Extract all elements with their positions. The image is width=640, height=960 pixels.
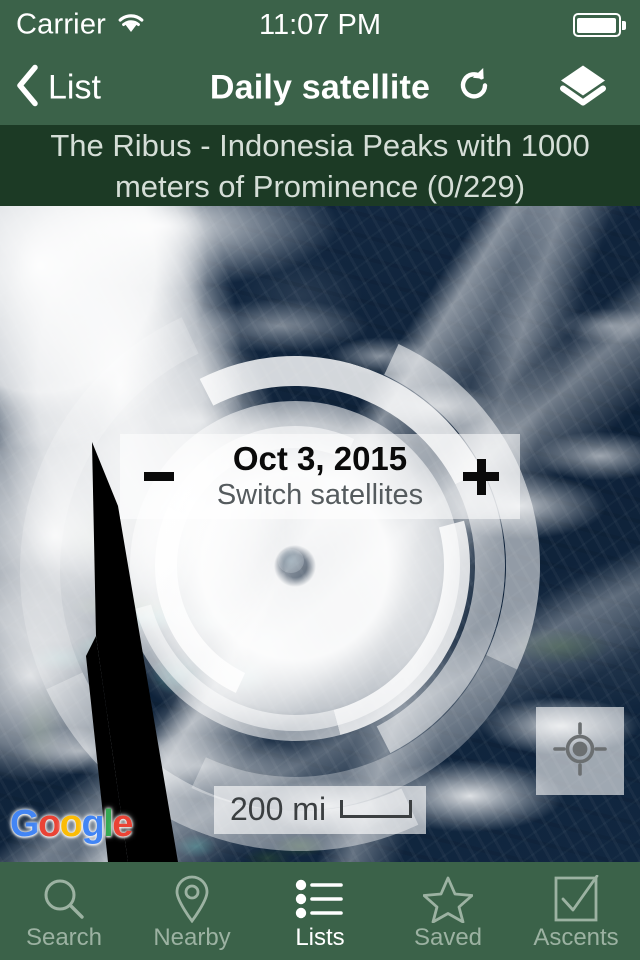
google-letter: e bbox=[112, 803, 133, 845]
list-icon bbox=[295, 876, 345, 922]
my-location-button[interactable] bbox=[536, 707, 624, 795]
app-screen: Carrier 11:07 PM List Daily satellite Th… bbox=[0, 0, 640, 960]
map-scale-bar: 200 mi bbox=[214, 786, 427, 834]
date-display: Oct 3, 2015 Switch satellites bbox=[198, 441, 442, 512]
battery-icon bbox=[572, 13, 626, 37]
status-bar: Carrier 11:07 PM bbox=[0, 0, 640, 50]
current-date-label: Oct 3, 2015 bbox=[232, 440, 408, 477]
date-switch-panel: Oct 3, 2015 Switch satellites bbox=[120, 434, 520, 519]
list-banner-text: The Ribus - Indonesia Peaks with 1000 me… bbox=[50, 127, 590, 204]
tab-label: Ascents bbox=[533, 923, 619, 951]
plus-icon bbox=[463, 458, 499, 495]
satellite-map[interactable]: Oct 3, 2015 Switch satellites Google 200… bbox=[0, 206, 640, 862]
tab-search[interactable]: Search bbox=[0, 862, 128, 960]
my-location-icon bbox=[552, 721, 608, 782]
tab-saved[interactable]: Saved bbox=[384, 862, 512, 960]
tab-label: Search bbox=[25, 923, 103, 951]
scale-ruler bbox=[340, 800, 413, 818]
tab-ascents[interactable]: Ascents bbox=[512, 862, 640, 960]
google-letter: l bbox=[103, 803, 114, 845]
tab-nearby[interactable]: Nearby bbox=[128, 862, 256, 960]
checkbox-icon bbox=[553, 874, 599, 922]
map-pin-icon bbox=[172, 875, 212, 923]
search-icon bbox=[41, 876, 87, 922]
tab-bar: Search Nearby Lists Saved Ascents bbox=[0, 862, 640, 960]
tab-label: Lists bbox=[295, 923, 345, 951]
tab-label: Saved bbox=[413, 923, 483, 951]
google-letter: o bbox=[59, 803, 83, 845]
star-icon bbox=[423, 876, 473, 923]
minus-icon bbox=[144, 472, 174, 481]
status-bar-clock: 11:07 PM bbox=[259, 8, 381, 41]
tab-label: Nearby bbox=[153, 923, 231, 951]
refresh-icon bbox=[452, 67, 496, 111]
refresh-button[interactable] bbox=[452, 63, 496, 112]
list-banner[interactable]: The Ribus - Indonesia Peaks with 1000 me… bbox=[0, 125, 640, 206]
next-date-button[interactable] bbox=[442, 434, 520, 519]
layers-icon bbox=[557, 65, 609, 113]
google-letter: o bbox=[38, 803, 61, 845]
page-title: Daily satellite bbox=[209, 68, 431, 106]
layers-button[interactable] bbox=[557, 61, 609, 114]
previous-date-button[interactable] bbox=[120, 434, 198, 519]
google-letter: G bbox=[10, 803, 40, 845]
switch-satellites-label[interactable]: Switch satellites bbox=[198, 478, 442, 512]
google-letter: g bbox=[81, 803, 105, 845]
scale-distance-label: 200 mi bbox=[230, 791, 327, 827]
navigation-bar: List Daily satellite bbox=[0, 50, 640, 125]
google-attribution[interactable]: Google bbox=[10, 803, 133, 846]
tab-lists[interactable]: Lists bbox=[256, 862, 384, 960]
